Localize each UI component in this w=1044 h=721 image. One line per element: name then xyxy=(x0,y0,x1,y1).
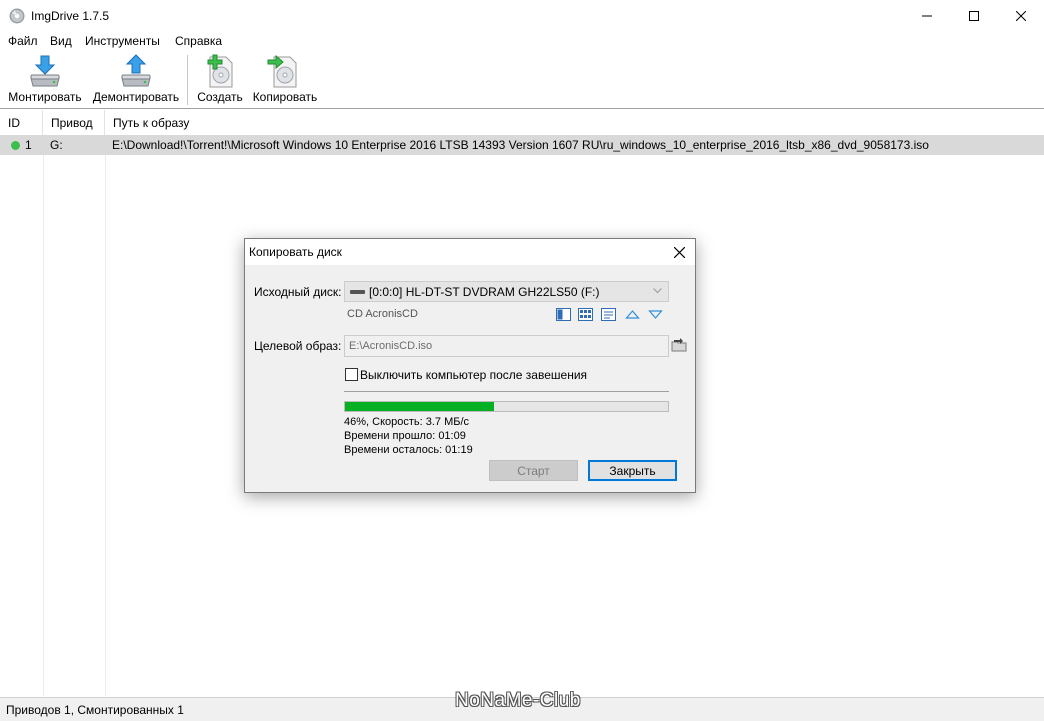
grid-view-icon[interactable] xyxy=(578,308,593,321)
column-path[interactable]: Путь к образу xyxy=(105,110,1044,135)
close-window-button[interactable] xyxy=(998,0,1044,31)
shutdown-label: Выключить компьютер после завешения xyxy=(360,368,588,382)
menu-file[interactable]: Файл xyxy=(8,34,38,48)
create-image-icon xyxy=(207,54,233,88)
dialog-title-bar: Копировать диск xyxy=(245,239,695,265)
shutdown-checkbox[interactable] xyxy=(345,368,358,381)
copy-label: Копировать xyxy=(252,90,318,104)
menu-view[interactable]: Вид xyxy=(50,34,72,48)
mount-drive-icon xyxy=(30,55,60,87)
table-row[interactable]: 1 G: E:\Download!\Torrent!\Microsoft Win… xyxy=(0,135,1044,155)
dialog-title: Копировать диск xyxy=(249,245,342,259)
watermark: NoNaMe-Club xyxy=(455,690,581,711)
toolbar-separator xyxy=(187,55,188,105)
target-image-input[interactable]: E:\AcronisCD.iso xyxy=(344,335,669,357)
row-id: 1 xyxy=(25,138,32,152)
move-down-icon[interactable] xyxy=(648,308,663,321)
dialog-divider xyxy=(344,391,669,392)
start-button[interactable]: Старт xyxy=(489,460,578,481)
chevron-down-icon xyxy=(653,288,662,294)
copy-button[interactable]: Копировать xyxy=(250,51,320,108)
grid-line xyxy=(43,135,44,696)
source-disc-select[interactable]: [0:0:0] HL-DT-ST DVDRAM GH22LS50 (F:) xyxy=(344,281,669,302)
toolbar: Монтировать Демонтировать Создать Копиро… xyxy=(0,51,1044,109)
source-disc-value: [0:0:0] HL-DT-ST DVDRAM GH22LS50 (F:) xyxy=(369,285,600,299)
disc-name: CD AcronisCD xyxy=(347,308,418,320)
window-title: ImgDrive 1.7.5 xyxy=(31,9,110,23)
layout-view-icon[interactable] xyxy=(556,308,571,321)
progress-fill xyxy=(345,402,494,411)
details-view-icon[interactable] xyxy=(601,308,616,321)
column-id[interactable]: ID xyxy=(0,110,43,135)
status-text: Приводов 1, Смонтированных 1 xyxy=(6,703,184,717)
close-icon xyxy=(1016,10,1026,21)
menu-tools[interactable]: Инструменты xyxy=(85,34,160,48)
create-label: Создать xyxy=(197,90,243,104)
mount-label: Монтировать xyxy=(8,90,82,104)
maximize-icon xyxy=(969,10,979,21)
column-drive[interactable]: Привод xyxy=(43,110,105,135)
copy-disc-dialog: Копировать диск Исходный диск: [0:0:0] H… xyxy=(244,238,696,493)
close-button[interactable]: Закрыть xyxy=(588,460,677,481)
remaining-time: Времени осталось: 01:19 xyxy=(344,444,473,456)
unmount-label: Демонтировать xyxy=(92,90,180,104)
list-header: ID Привод Путь к образу xyxy=(0,110,1044,135)
row-drive: G: xyxy=(50,138,63,152)
unmount-button[interactable]: Демонтировать xyxy=(92,51,180,108)
row-path: E:\Download!\Torrent!\Microsoft Windows … xyxy=(112,138,929,152)
minimize-button[interactable] xyxy=(904,0,950,31)
target-image-label: Целевой образ: xyxy=(254,339,342,353)
title-bar: ImgDrive 1.7.5 xyxy=(0,0,1044,31)
menu-help[interactable]: Справка xyxy=(175,34,222,48)
close-icon xyxy=(673,246,685,258)
copy-image-icon xyxy=(267,54,297,88)
menu-bar: Файл Вид Инструменты Справка xyxy=(0,31,1044,51)
mount-button[interactable]: Монтировать xyxy=(6,51,84,108)
unmount-drive-icon xyxy=(121,54,151,87)
optical-drive-icon xyxy=(350,290,365,294)
minimize-icon xyxy=(922,15,932,16)
browse-folder-icon[interactable] xyxy=(671,337,687,353)
progress-text: 46%, Скорость: 3.7 МБ/с xyxy=(344,416,470,428)
source-disc-label: Исходный диск: xyxy=(254,285,342,299)
elapsed-time: Времени прошло: 01:09 xyxy=(344,430,466,442)
grid-line xyxy=(105,135,106,696)
maximize-button[interactable] xyxy=(951,0,997,31)
mounted-status-icon xyxy=(11,141,20,150)
move-up-icon[interactable] xyxy=(625,308,640,321)
create-button[interactable]: Создать xyxy=(196,51,244,108)
target-image-value: E:\AcronisCD.iso xyxy=(349,340,433,352)
app-disc-icon xyxy=(9,8,25,24)
dialog-close-button[interactable] xyxy=(669,242,689,262)
copy-progress-bar xyxy=(344,401,669,412)
